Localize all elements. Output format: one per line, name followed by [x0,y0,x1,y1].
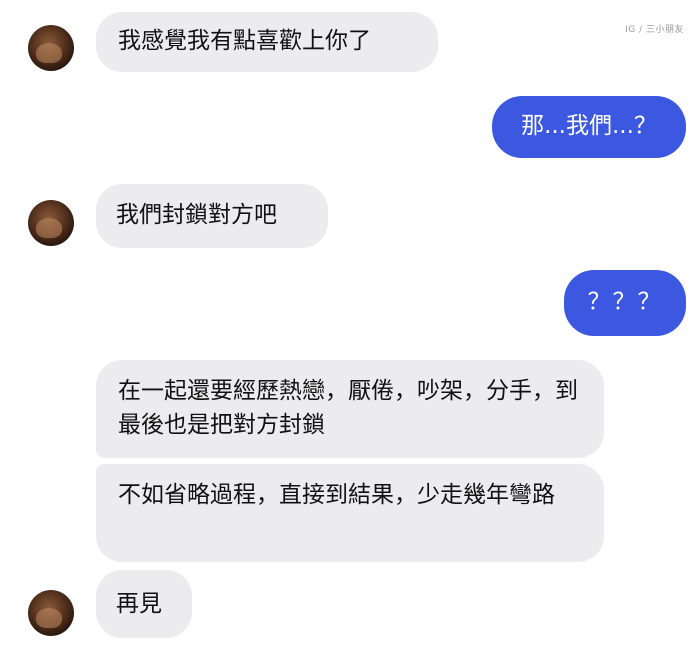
outgoing-message-bubble: 那...我們...？ [492,96,686,158]
contact-avatar[interactable] [28,200,74,246]
incoming-message-bubble: 在一起還要經歷熱戀，厭倦，吵架，分手，到最後也是把對方封鎖 [96,360,604,458]
incoming-message-bubble: 我感覺我有點喜歡上你了 [96,12,438,72]
incoming-message-bubble: 再見 [96,570,192,638]
incoming-message-bubble: 不如省略過程，直接到結果，少走幾年彎路 [96,464,604,562]
message-text: ？？？ [587,289,663,315]
message-text: 再見 [116,591,162,617]
message-text: 不如省略過程，直接到結果，少走幾年彎路 [118,482,555,508]
contact-avatar[interactable] [28,25,74,71]
message-text: 我們封鎖對方吧 [116,202,277,228]
watermark: IG / 三小朋友 [625,25,684,35]
contact-avatar[interactable] [28,590,74,636]
message-text: 在一起還要經歷熱戀，厭倦，吵架，分手，到最後也是把對方封鎖 [118,378,578,438]
message-text: 那...我們...？ [521,113,657,139]
incoming-message-bubble: 我們封鎖對方吧 [96,184,328,248]
outgoing-message-bubble: ？？？ [564,270,686,336]
message-text: 我感覺我有點喜歡上你了 [118,28,371,54]
